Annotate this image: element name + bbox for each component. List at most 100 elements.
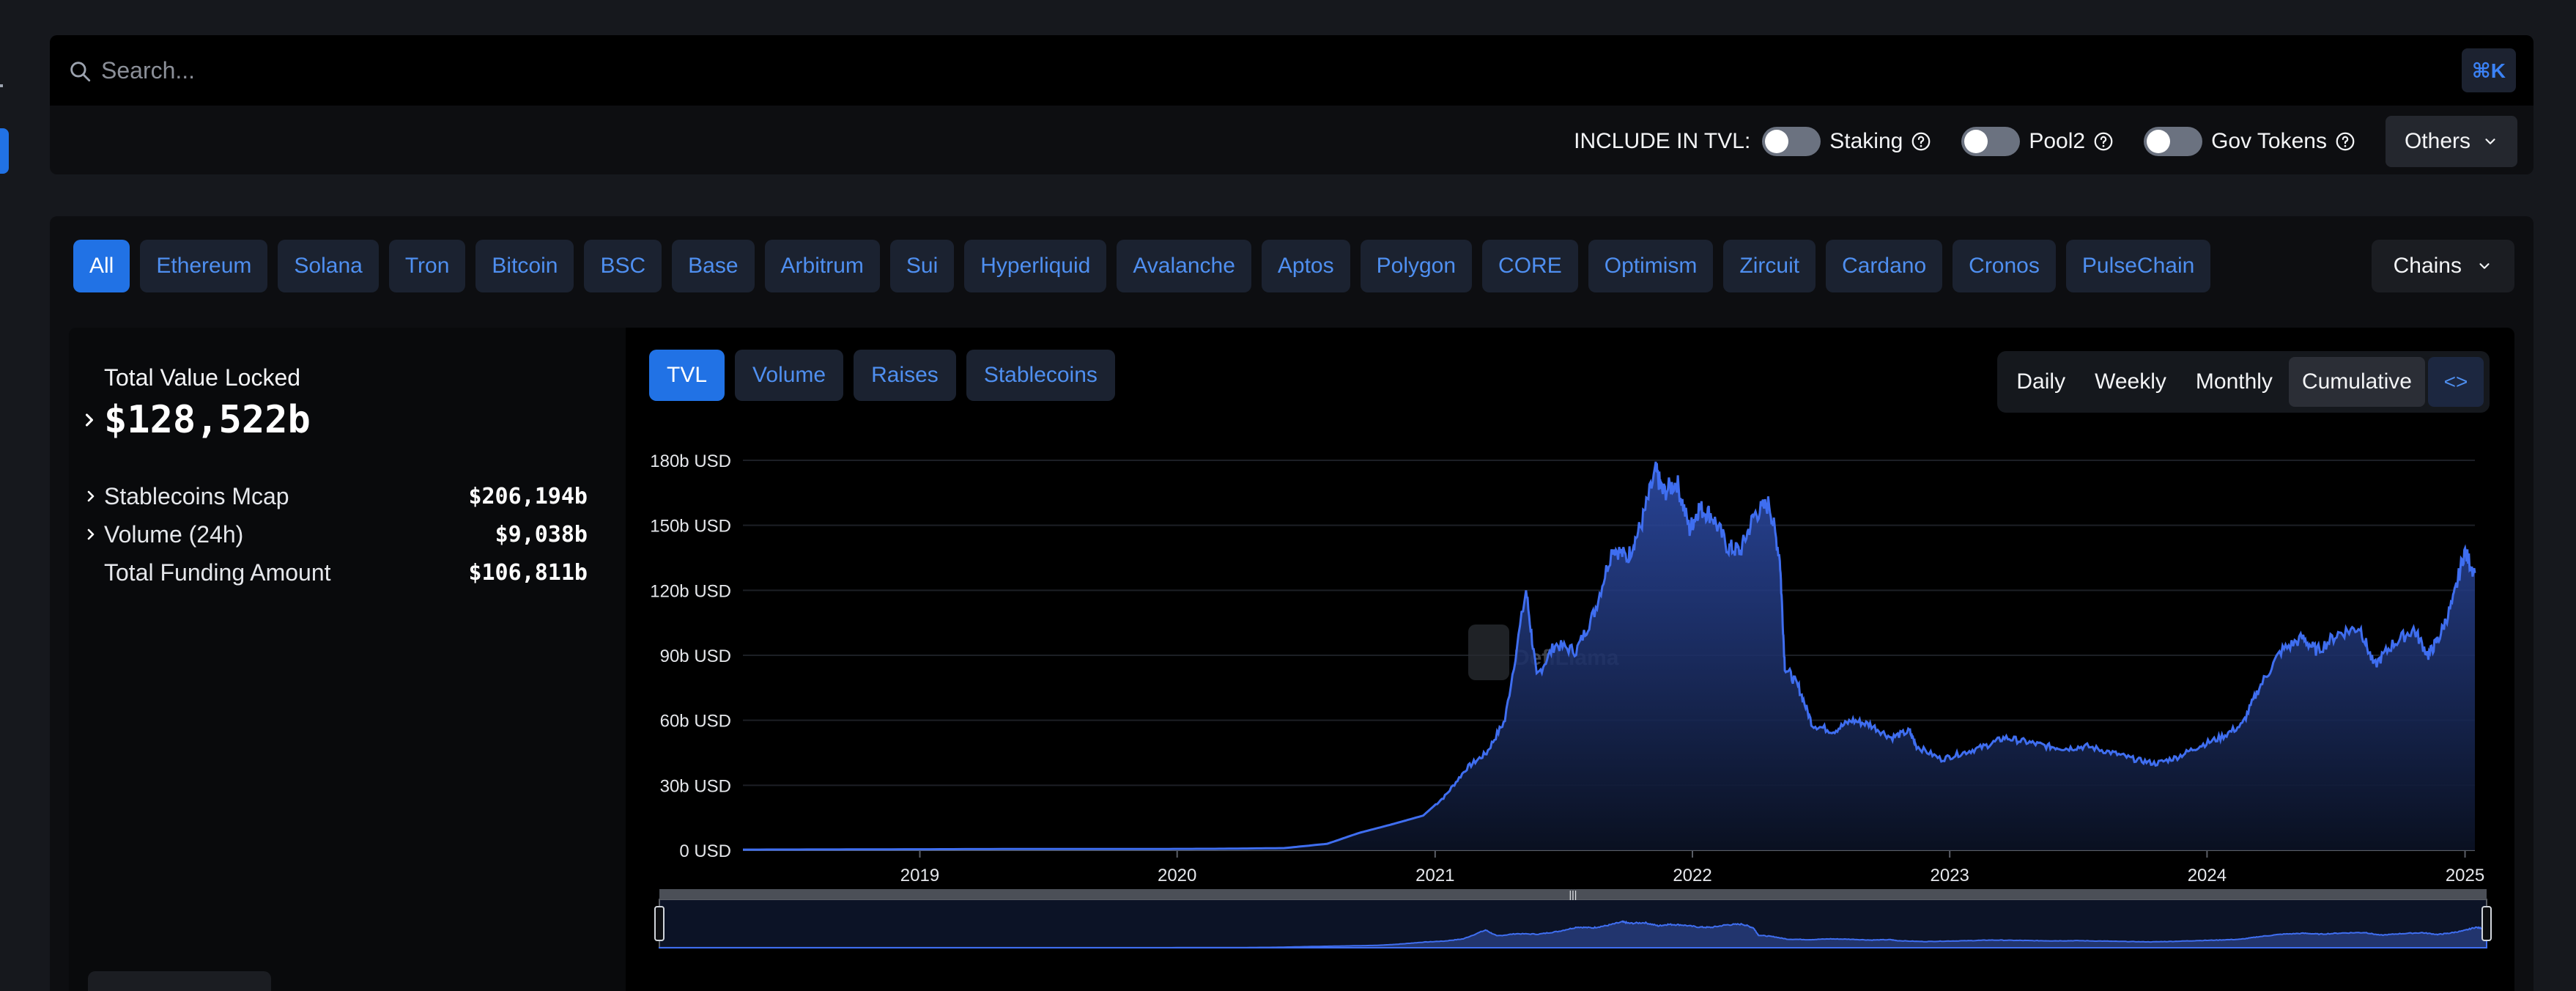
- period-daily-button[interactable]: Daily: [2003, 357, 2079, 407]
- metric-tab-tvl[interactable]: TVL: [649, 350, 725, 401]
- search-bar: ⌘K: [50, 35, 2534, 106]
- volume-24h-row: Volume (24h) $9,038b: [104, 518, 588, 550]
- chain-chip-optimism[interactable]: Optimism: [1588, 240, 1714, 292]
- chains-dropdown-button[interactable]: Chains: [2371, 240, 2514, 292]
- chain-chip-base[interactable]: Base: [672, 240, 755, 292]
- y-tick-label: 180b USD: [650, 452, 731, 471]
- toggle-knob: [1765, 130, 1789, 153]
- search-shortcut-badge: ⌘K: [2461, 48, 2516, 92]
- metric-tabs: TVL Volume Raises Stablecoins: [649, 350, 1115, 401]
- stat-label: Total Funding Amount: [104, 559, 331, 586]
- x-tick-label: 2023: [1931, 866, 1969, 885]
- toggle-knob: [2147, 130, 2171, 153]
- chain-chip-all[interactable]: All: [73, 240, 130, 292]
- staking-label: Staking: [1829, 129, 1903, 153]
- stablecoins-mcap-row: Stablecoins Mcap $206,194b: [104, 480, 588, 512]
- pool2-label: Pool2: [2029, 129, 2086, 153]
- x-tick-label: 2024: [2188, 866, 2227, 885]
- question-circle-icon[interactable]: [2092, 130, 2114, 152]
- others-label: Others: [2404, 129, 2470, 153]
- gov-tokens-toggle[interactable]: [2144, 127, 2203, 156]
- chain-chip-avalanche[interactable]: Avalanche: [1117, 240, 1251, 292]
- chevron-right-icon[interactable]: [82, 487, 100, 505]
- llama-logo-icon: [1468, 625, 1509, 680]
- chevron-down-icon: [2485, 139, 2495, 144]
- metric-tab-raises[interactable]: Raises: [854, 350, 956, 401]
- y-tick-label: 90b USD: [660, 646, 731, 666]
- tvl-chart[interactable]: DefiLlama 0 USD30b USD60b USD90b USD120b…: [626, 328, 2514, 991]
- staking-toggle[interactable]: [1762, 127, 1821, 156]
- x-tick-label: 2019: [900, 866, 939, 885]
- chain-chip-hyperliquid[interactable]: Hyperliquid: [964, 240, 1107, 292]
- chain-chip-ethereum[interactable]: Ethereum: [140, 240, 268, 292]
- chain-chip-pulsechain[interactable]: PulseChain: [2065, 240, 2211, 292]
- question-circle-icon[interactable]: [2334, 130, 2356, 152]
- chain-chip-cronos[interactable]: Cronos: [1953, 240, 2056, 292]
- chain-chip-core[interactable]: CORE: [1482, 240, 1578, 292]
- staking-toggle-group: Staking: [1762, 127, 1932, 156]
- chain-chip-cardano[interactable]: Cardano: [1826, 240, 1943, 292]
- chain-chip-bitcoin[interactable]: Bitcoin: [475, 240, 574, 292]
- total-funding-row: Total Funding Amount $106,811b: [104, 556, 588, 589]
- chains-label: Chains: [2393, 254, 2462, 278]
- chart-panel: DefiLlama 0 USD30b USD60b USD90b USD120b…: [626, 328, 2514, 991]
- period-selector: Daily Weekly Monthly Cumulative <>: [1997, 351, 2490, 413]
- chain-chip-zircuit[interactable]: Zircuit: [1723, 240, 1816, 292]
- pool2-toggle-group: Pool2: [1961, 127, 2114, 156]
- chain-chip-arbitrum[interactable]: Arbitrum: [764, 240, 880, 292]
- chevron-right-icon[interactable]: [79, 410, 100, 430]
- stat-value: $106,811b: [468, 559, 588, 586]
- include-in-tvl-label: INCLUDE IN TVL:: [1574, 129, 1751, 153]
- gov-tokens-toggle-group: Gov Tokens: [2144, 127, 2356, 156]
- embed-code-button[interactable]: <>: [2428, 357, 2484, 407]
- brush-handle-right[interactable]: [2481, 906, 2492, 941]
- sidebar-active-item[interactable]: [0, 128, 9, 174]
- range-brush[interactable]: |||: [654, 888, 2492, 948]
- search-input[interactable]: [101, 50, 2446, 91]
- y-tick-label: 0 USD: [679, 841, 731, 861]
- metric-tab-volume[interactable]: Volume: [735, 350, 844, 401]
- chain-chip-aptos[interactable]: Aptos: [1261, 240, 1350, 292]
- stat-label: Stablecoins Mcap: [104, 482, 289, 509]
- brush-grip-icon[interactable]: |||: [1569, 888, 1577, 900]
- chevron-right-icon[interactable]: [82, 526, 100, 543]
- x-tick-label: 2022: [1673, 866, 1711, 885]
- search-panel: ⌘K INCLUDE IN TVL: Staking Pool2 Gov Tok…: [50, 35, 2534, 174]
- x-tick-label: 2025: [2446, 866, 2484, 885]
- toggle-knob: [1964, 130, 1988, 153]
- x-tick-label: 2020: [1158, 866, 1196, 885]
- x-tick-label: 2021: [1415, 866, 1454, 885]
- period-weekly-button[interactable]: Weekly: [2081, 357, 2180, 407]
- chain-chip-sui[interactable]: Sui: [889, 240, 955, 292]
- stats-footer-button[interactable]: [88, 971, 271, 991]
- y-tick-label: 120b USD: [650, 581, 731, 601]
- chain-chip-bsc[interactable]: BSC: [584, 240, 662, 292]
- question-circle-icon[interactable]: [1910, 130, 1932, 152]
- stat-value: $9,038b: [495, 521, 588, 548]
- stats-panel: Total Value Locked $128,522b Stablecoins…: [69, 328, 626, 991]
- y-tick-label: 60b USD: [660, 712, 731, 732]
- search-icon: [70, 62, 91, 82]
- tvl-settings: INCLUDE IN TVL: Staking Pool2 Gov Tokens…: [1574, 116, 2517, 167]
- gov-tokens-label: Gov Tokens: [2211, 129, 2327, 153]
- chevron-down-icon: [2479, 263, 2490, 269]
- chain-chip-polygon[interactable]: Polygon: [1360, 240, 1473, 292]
- chain-chip-tron[interactable]: Tron: [388, 240, 466, 292]
- stat-value: $206,194b: [468, 483, 588, 509]
- page: ⌘K INCLUDE IN TVL: Staking Pool2 Gov Tok…: [0, 0, 2576, 991]
- y-tick-label: 150b USD: [650, 517, 731, 537]
- chain-filter-row: All Ethereum Solana Tron Bitcoin BSC Base Arbit…: [73, 240, 2211, 292]
- metric-tab-stablecoins[interactable]: Stablecoins: [966, 350, 1115, 401]
- brush-handle-left[interactable]: [654, 906, 665, 941]
- chain-chip-solana[interactable]: Solana: [278, 240, 379, 292]
- main-panel: All Ethereum Solana Tron Bitcoin BSC Base Arbit…: [50, 216, 2534, 991]
- tvl-title: Total Value Locked: [104, 364, 301, 391]
- tvl-value: $128,522b: [104, 398, 311, 442]
- period-cumulative-button[interactable]: Cumulative: [2288, 357, 2425, 407]
- stat-label: Volume (24h): [104, 520, 244, 548]
- others-dropdown-button[interactable]: Others: [2385, 116, 2517, 167]
- pool2-toggle[interactable]: [1961, 127, 2021, 156]
- period-monthly-button[interactable]: Monthly: [2183, 357, 2286, 407]
- y-tick-label: 30b USD: [660, 776, 731, 796]
- sidebar-fragment-dot: [0, 84, 3, 87]
